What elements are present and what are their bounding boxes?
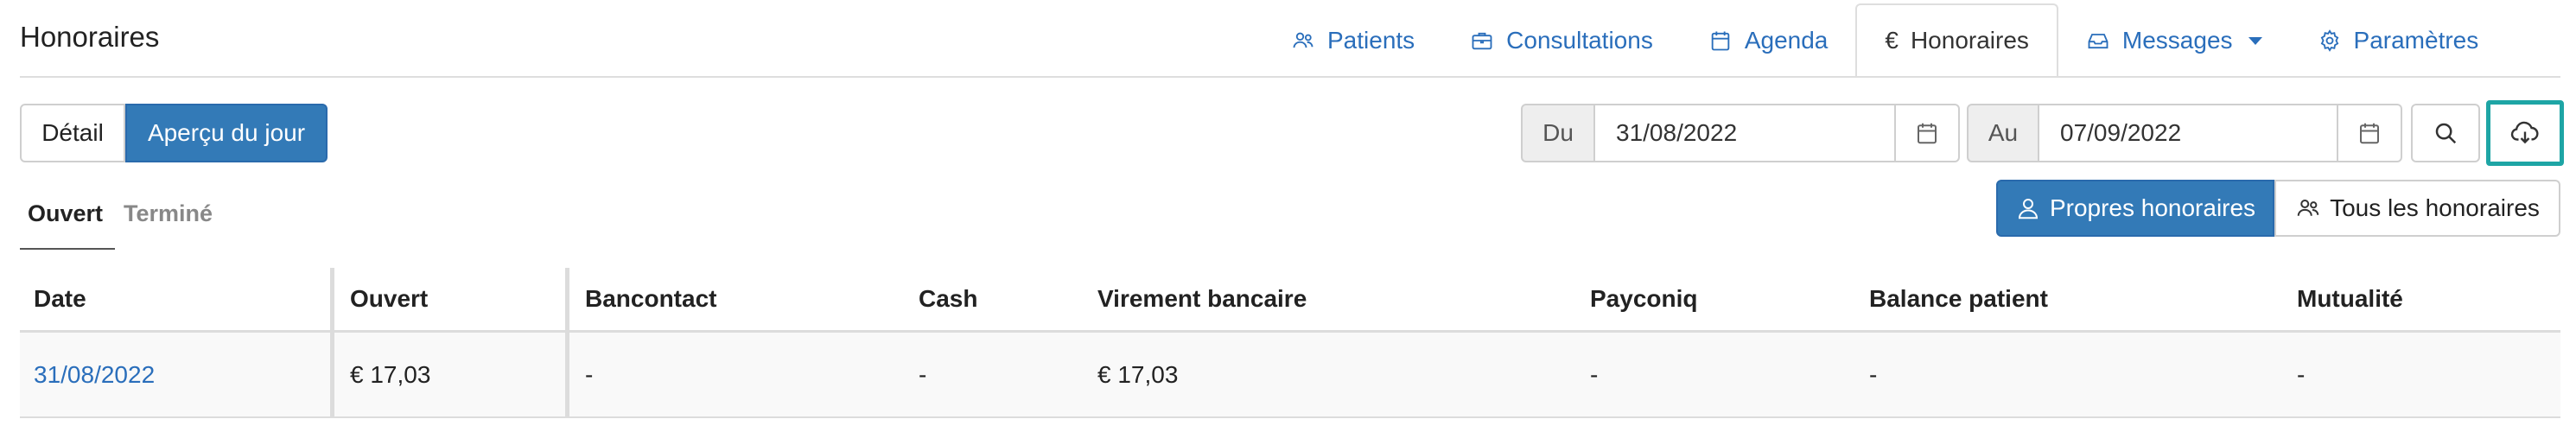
tous-les-honoraires-label: Tous les honoraires <box>2330 194 2540 221</box>
subtab-active-underline <box>20 248 115 250</box>
col-header-payconiq: Payconiq <box>1590 285 1698 312</box>
tab-parametres[interactable]: Paramètres <box>2290 4 2507 77</box>
header-divider <box>20 76 2560 78</box>
subtab-termine[interactable]: Terminé <box>124 200 213 227</box>
euro-icon: € <box>1885 27 1899 54</box>
table-cell-bancontact: - <box>585 361 594 388</box>
column-separator <box>330 268 334 416</box>
table-bottom-border <box>20 416 2560 418</box>
col-header-virement: Virement bancaire <box>1097 285 1307 312</box>
search-button[interactable] <box>2411 104 2480 162</box>
cloud-download-icon <box>2510 121 2539 144</box>
gear-icon <box>2320 29 2338 52</box>
table-row-date-link[interactable]: 31/08/2022 <box>34 361 155 389</box>
column-separator <box>565 268 569 416</box>
users-icon <box>2297 200 2319 216</box>
date-to-label: Au <box>1967 104 2039 162</box>
table-header-divider <box>20 330 2560 333</box>
tab-honoraires[interactable]: € Honoraires <box>1855 3 2058 78</box>
users-icon <box>1293 32 1313 48</box>
chevron-down-icon <box>2248 36 2262 45</box>
tab-patients[interactable]: Patients <box>1263 4 1442 77</box>
table-cell-virement: € 17,03 <box>1097 361 1179 388</box>
col-header-mutualite: Mutualité <box>2297 285 2403 312</box>
date-from-label: Du <box>1521 104 1595 162</box>
col-header-date: Date <box>34 285 86 312</box>
tab-agenda[interactable]: Agenda <box>1681 4 1856 77</box>
tab-messages-label: Messages <box>2121 27 2233 54</box>
table-cell-payconiq: - <box>1590 361 1599 388</box>
tab-patients-label: Patients <box>1327 27 1415 54</box>
calendar-icon <box>1918 123 1937 144</box>
search-icon <box>2435 123 2457 144</box>
tab-consultations[interactable]: Consultations <box>1442 4 1681 77</box>
detail-button[interactable]: Détail <box>20 104 125 162</box>
calendar-icon <box>2360 123 2379 144</box>
tab-parametres-label: Paramètres <box>2353 27 2479 54</box>
col-header-ouvert: Ouvert <box>350 285 429 312</box>
table-cell-cash: - <box>919 361 927 388</box>
briefcase-icon <box>1472 32 1492 50</box>
propres-honoraires-label: Propres honoraires <box>2049 194 2256 221</box>
inbox-icon <box>2088 34 2109 49</box>
download-button[interactable] <box>2486 100 2564 166</box>
date-from-calendar-button[interactable] <box>1896 104 1960 162</box>
page-title: Honoraires <box>20 21 160 53</box>
propres-honoraires-button[interactable]: Propres honoraires <box>1996 180 2274 237</box>
calendar-icon <box>1711 31 1730 51</box>
tab-messages[interactable]: Messages <box>2058 4 2290 77</box>
col-header-bancontact: Bancontact <box>585 285 717 312</box>
apercu-du-jour-button[interactable]: Aperçu du jour <box>125 104 328 162</box>
table-cell-balance-patient: - <box>1869 361 1878 388</box>
tous-les-honoraires-button[interactable]: Tous les honoraires <box>2274 180 2560 237</box>
col-header-cash: Cash <box>919 285 978 312</box>
user-icon <box>2018 199 2038 219</box>
col-header-balance-patient: Balance patient <box>1869 285 2048 312</box>
tab-honoraires-label: Honoraires <box>1910 27 2029 54</box>
table-cell-mutualite: - <box>2297 361 2306 388</box>
table-cell-ouvert: € 17,03 <box>350 361 431 388</box>
tab-consultations-label: Consultations <box>1506 27 1653 54</box>
subtab-ouvert[interactable]: Ouvert <box>28 200 103 227</box>
main-nav: Patients Consultations Agenda € Honorair… <box>1263 3 2506 78</box>
date-to-calendar-button[interactable] <box>2338 104 2402 162</box>
tab-agenda-label: Agenda <box>1744 27 1829 54</box>
date-to-input[interactable]: 07/09/2022 <box>2039 104 2338 162</box>
date-from-input[interactable]: 31/08/2022 <box>1595 104 1896 162</box>
